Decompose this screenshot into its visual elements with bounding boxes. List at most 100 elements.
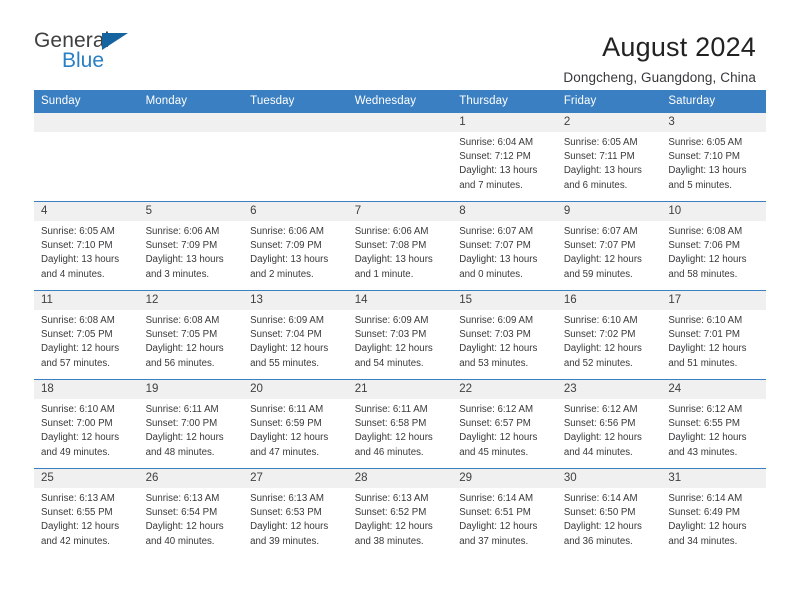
- day-detail-line: Daylight: 12 hours: [41, 521, 120, 533]
- day-detail-line: Sunset: 6:55 PM: [41, 507, 113, 519]
- calendar-day-cell[interactable]: 19 Sunrise: 6:11 AM Sunset: 7:00 PM Dayligh…: [138, 379, 244, 469]
- day-detail-line: Daylight: 12 hours: [41, 343, 120, 355]
- day-detail-line: Sunrise: 6:05 AM: [41, 226, 115, 237]
- calendar-day-cell[interactable]: 7 Sunrise: 6:06 AM Sunset: 7:08 PM Daylight…: [347, 201, 453, 291]
- weekday-header-saturday: Saturday: [661, 90, 766, 113]
- calendar-day-cell[interactable]: 23 Sunrise: 6:12 AM Sunset: 6:56 PM Dayligh…: [556, 379, 662, 469]
- day-detail-line: Daylight: 12 hours: [563, 521, 642, 533]
- calendar-day-cell[interactable]: 1 Sunrise: 6:04 AM Sunset: 7:12 PM Daylight…: [452, 112, 557, 202]
- day-detail-line: Daylight: 13 hours: [563, 165, 642, 177]
- day-detail-line: Sunset: 6:58 PM: [354, 418, 427, 430]
- calendar-day-cell[interactable]: 6 Sunrise: 6:06 AM Sunset: 7:09 PM Daylight…: [243, 201, 348, 291]
- calendar-day-cell[interactable]: 5 Sunrise: 6:06 AM Sunset: 7:09 PM Daylight…: [138, 201, 244, 291]
- day-detail-line: Sunrise: 6:06 AM: [145, 226, 220, 237]
- calendar-day-cell[interactable]: 31 Sunrise: 6:14 AM Sunset: 6:49 PM Dayligh…: [661, 468, 766, 558]
- day-number: 22: [452, 380, 557, 399]
- day-number: [347, 113, 453, 132]
- day-detail-line: and 2 minutes.: [250, 268, 314, 280]
- calendar-week-row: 1 Sunrise: 6:04 AM Sunset: 7:12 PM Daylight…: [34, 112, 766, 202]
- calendar-day-cell[interactable]: 8 Sunrise: 6:07 AM Sunset: 7:07 PM Daylight…: [452, 201, 557, 291]
- day-number: 11: [34, 291, 139, 310]
- day-detail-line: Daylight: 13 hours: [145, 254, 224, 266]
- day-detail-line: Daylight: 13 hours: [354, 254, 433, 266]
- day-detail-line: Daylight: 13 hours: [668, 165, 747, 177]
- day-detail-line: Sunrise: 6:13 AM: [41, 493, 115, 504]
- calendar-day-cell[interactable]: 10 Sunrise: 6:08 AM Sunset: 7:06 PM Dayligh…: [661, 201, 766, 291]
- day-detail-line: Daylight: 12 hours: [459, 432, 538, 444]
- day-detail-line: and 51 minutes.: [668, 357, 738, 369]
- day-detail-line: Daylight: 12 hours: [250, 343, 329, 355]
- day-details: Sunrise: 6:09 AM Sunset: 7:03 PM Daylight:…: [348, 310, 453, 371]
- calendar-day-cell[interactable]: 29 Sunrise: 6:14 AM Sunset: 6:51 PM Dayligh…: [452, 468, 557, 558]
- day-detail-line: Daylight: 12 hours: [668, 432, 747, 444]
- day-details: Sunrise: 6:06 AM Sunset: 7:09 PM Daylight:…: [139, 221, 244, 282]
- title-block: August 2024 Dongcheng, Guangdong, China: [563, 30, 756, 85]
- day-detail-line: and 3 minutes.: [145, 268, 210, 280]
- day-detail-line: and 7 minutes.: [459, 179, 523, 191]
- calendar-day-cell[interactable]: 16 Sunrise: 6:10 AM Sunset: 7:02 PM Dayligh…: [556, 290, 662, 380]
- location-subtitle: Dongcheng, Guangdong, China: [563, 70, 756, 86]
- day-detail-line: and 1 minute.: [354, 268, 414, 280]
- calendar-day-cell[interactable]: 9 Sunrise: 6:07 AM Sunset: 7:07 PM Daylight…: [556, 201, 662, 291]
- calendar-day-cell[interactable]: 25 Sunrise: 6:13 AM Sunset: 6:55 PM Dayligh…: [34, 468, 139, 558]
- day-details: Sunrise: 6:10 AM Sunset: 7:01 PM Daylight:…: [661, 310, 766, 371]
- calendar-day-cell[interactable]: 22 Sunrise: 6:12 AM Sunset: 6:57 PM Dayligh…: [452, 379, 557, 469]
- day-details: Sunrise: 6:14 AM Sunset: 6:49 PM Daylight:…: [661, 488, 766, 549]
- day-detail-line: Sunrise: 6:05 AM: [668, 137, 743, 148]
- calendar-day-cell[interactable]: 21 Sunrise: 6:11 AM Sunset: 6:58 PM Dayligh…: [347, 379, 453, 469]
- calendar-day-cell[interactable]: 26 Sunrise: 6:13 AM Sunset: 6:54 PM Dayligh…: [138, 468, 244, 558]
- day-number: 8: [452, 202, 557, 221]
- calendar-day-cell[interactable]: 4 Sunrise: 6:05 AM Sunset: 7:10 PM Daylight…: [34, 201, 139, 291]
- day-detail-line: Sunrise: 6:13 AM: [354, 493, 429, 504]
- day-detail-line: Daylight: 12 hours: [250, 432, 329, 444]
- day-details: Sunrise: 6:09 AM Sunset: 7:03 PM Daylight:…: [452, 310, 557, 371]
- day-detail-line: and 58 minutes.: [668, 268, 738, 280]
- day-number: 30: [556, 469, 662, 488]
- calendar-day-cell[interactable]: 18 Sunrise: 6:10 AM Sunset: 7:00 PM Dayligh…: [34, 379, 139, 469]
- calendar-day-cell[interactable]: 14 Sunrise: 6:09 AM Sunset: 7:03 PM Dayligh…: [347, 290, 453, 380]
- day-detail-line: and 45 minutes.: [459, 446, 529, 458]
- day-detail-line: Daylight: 12 hours: [563, 254, 642, 266]
- calendar-day-cell[interactable]: 20 Sunrise: 6:11 AM Sunset: 6:59 PM Dayligh…: [243, 379, 348, 469]
- calendar-day-cell[interactable]: 27 Sunrise: 6:13 AM Sunset: 6:53 PM Dayligh…: [243, 468, 348, 558]
- day-detail-line: Sunrise: 6:09 AM: [459, 315, 534, 326]
- calendar-day-cell[interactable]: 11 Sunrise: 6:08 AM Sunset: 7:05 PM Dayligh…: [34, 290, 139, 380]
- calendar-body: 1 Sunrise: 6:04 AM Sunset: 7:12 PM Daylight…: [34, 112, 766, 558]
- day-details: Sunrise: 6:05 AM Sunset: 7:10 PM Daylight:…: [661, 132, 766, 193]
- day-number: 13: [243, 291, 348, 310]
- day-detail-line: Sunset: 6:57 PM: [459, 418, 531, 430]
- calendar-day-cell[interactable]: 30 Sunrise: 6:14 AM Sunset: 6:50 PM Dayligh…: [556, 468, 662, 558]
- day-number: 14: [347, 291, 453, 310]
- day-details: Sunrise: 6:11 AM Sunset: 6:59 PM Daylight:…: [243, 399, 348, 460]
- brand-logo[interactable]: General Blue: [34, 30, 154, 76]
- day-number: 17: [661, 291, 766, 310]
- calendar-day-cell[interactable]: 15 Sunrise: 6:09 AM Sunset: 7:03 PM Dayligh…: [452, 290, 557, 380]
- day-detail-line: and 0 minutes.: [459, 268, 523, 280]
- weekday-header-friday: Friday: [556, 90, 662, 113]
- calendar-day-cell[interactable]: 12 Sunrise: 6:08 AM Sunset: 7:05 PM Dayligh…: [138, 290, 244, 380]
- triangle-icon: [102, 33, 128, 50]
- calendar-week-row: 18 Sunrise: 6:10 AM Sunset: 7:00 PM Dayligh…: [34, 379, 766, 469]
- day-detail-line: Sunrise: 6:07 AM: [459, 226, 534, 237]
- day-detail-line: and 53 minutes.: [459, 357, 529, 369]
- calendar-day-cell[interactable]: 24 Sunrise: 6:12 AM Sunset: 6:55 PM Dayligh…: [661, 379, 766, 469]
- day-detail-line: Sunrise: 6:14 AM: [668, 493, 743, 504]
- calendar-day-cell[interactable]: 13 Sunrise: 6:09 AM Sunset: 7:04 PM Dayligh…: [243, 290, 348, 380]
- day-number: 24: [661, 380, 766, 399]
- day-detail-line: Sunset: 6:54 PM: [145, 507, 218, 519]
- weekday-header-thursday: Thursday: [452, 90, 557, 113]
- day-number: 29: [452, 469, 557, 488]
- calendar-day-cell[interactable]: 17 Sunrise: 6:10 AM Sunset: 7:01 PM Dayligh…: [661, 290, 766, 380]
- calendar-day-cell-empty: [243, 112, 348, 202]
- day-detail-line: Sunset: 6:49 PM: [668, 507, 740, 519]
- day-detail-line: and 49 minutes.: [41, 446, 110, 458]
- calendar-day-cell[interactable]: 28 Sunrise: 6:13 AM Sunset: 6:52 PM Dayligh…: [347, 468, 453, 558]
- calendar-day-cell[interactable]: 3 Sunrise: 6:05 AM Sunset: 7:10 PM Daylight…: [661, 112, 766, 202]
- day-detail-line: Sunset: 6:59 PM: [250, 418, 322, 430]
- calendar-day-cell[interactable]: 2 Sunrise: 6:05 AM Sunset: 7:11 PM Daylight…: [556, 112, 662, 202]
- day-details: Sunrise: 6:06 AM Sunset: 7:09 PM Daylight:…: [243, 221, 348, 282]
- day-detail-line: Daylight: 12 hours: [459, 343, 538, 355]
- day-detail-line: Sunrise: 6:10 AM: [563, 315, 638, 326]
- day-details: Sunrise: 6:04 AM Sunset: 7:12 PM Daylight:…: [452, 132, 557, 193]
- day-number: 20: [243, 380, 348, 399]
